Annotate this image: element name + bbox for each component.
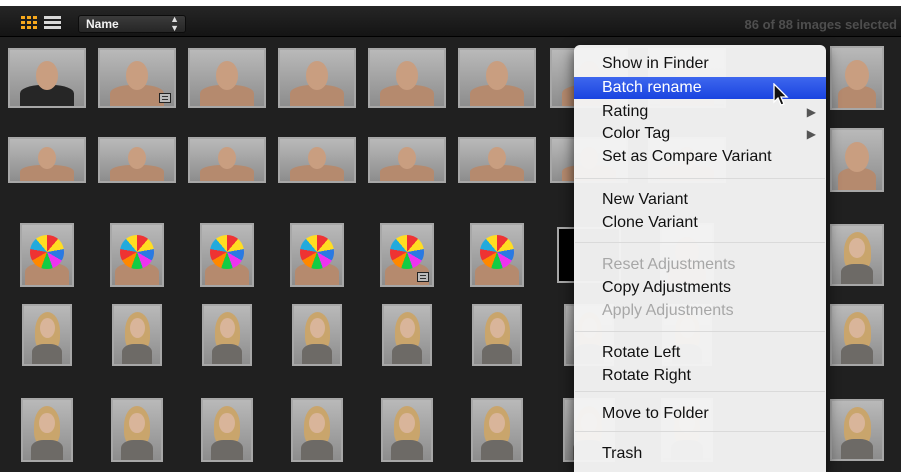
image-thumbnail[interactable] bbox=[202, 304, 252, 366]
image-thumbnail[interactable] bbox=[458, 48, 536, 108]
menu-separator bbox=[575, 331, 825, 332]
image-thumbnail[interactable] bbox=[380, 223, 434, 287]
submenu-arrow-icon: ▶ bbox=[806, 127, 816, 141]
list-view-icon[interactable] bbox=[44, 16, 61, 30]
image-thumbnail[interactable] bbox=[98, 48, 176, 108]
menu-item-label: Copy Adjustments bbox=[602, 279, 731, 296]
image-thumbnail[interactable] bbox=[112, 304, 162, 366]
image-thumbnail[interactable] bbox=[458, 137, 536, 183]
menu-item-trash[interactable]: Trash bbox=[574, 443, 826, 465]
image-thumbnail[interactable] bbox=[830, 128, 884, 192]
menu-item-copy-adjustments[interactable]: Copy Adjustments bbox=[574, 277, 826, 299]
menu-item-label: Reset Adjustments bbox=[602, 256, 736, 273]
menu-item-label: Trash bbox=[602, 445, 643, 462]
menu-item-set-as-compare-variant[interactable]: Set as Compare Variant bbox=[574, 146, 826, 168]
image-thumbnail[interactable] bbox=[98, 137, 176, 183]
image-thumbnail[interactable] bbox=[8, 137, 86, 183]
menu-item-label: Set as Compare Variant bbox=[602, 148, 772, 165]
image-thumbnail[interactable] bbox=[278, 137, 356, 183]
menu-item-label: Color Tag bbox=[602, 125, 671, 142]
image-thumbnail[interactable] bbox=[188, 48, 266, 108]
menu-item-reset-adjustments: Reset Adjustments bbox=[574, 254, 826, 276]
menu-item-move-to-folder[interactable]: Move to Folder bbox=[574, 403, 826, 425]
select-arrows-icon: ▲ ▼ bbox=[170, 14, 179, 33]
menu-item-label: Rotate Right bbox=[602, 367, 691, 384]
menu-item-label: Apply Adjustments bbox=[602, 302, 734, 319]
menu-separator bbox=[575, 431, 825, 432]
adjustments-badge-icon bbox=[417, 272, 429, 282]
image-thumbnail[interactable] bbox=[278, 48, 356, 108]
menu-item-show-in-finder[interactable]: Show in Finder bbox=[574, 53, 826, 75]
image-thumbnail[interactable] bbox=[830, 304, 884, 366]
menu-item-label: New Variant bbox=[602, 191, 688, 208]
sort-by-select[interactable]: Name ▲ ▼ bbox=[78, 15, 186, 33]
menu-item-new-variant[interactable]: New Variant bbox=[574, 189, 826, 211]
menu-item-label: Show in Finder bbox=[602, 55, 709, 72]
menu-item-label: Rotate Left bbox=[602, 344, 681, 361]
image-thumbnail[interactable] bbox=[200, 223, 254, 287]
image-thumbnail[interactable] bbox=[292, 304, 342, 366]
menu-item-color-tag[interactable]: Color Tag ▶ bbox=[574, 123, 826, 145]
mouse-cursor-icon bbox=[773, 83, 789, 106]
image-thumbnail[interactable] bbox=[8, 48, 86, 108]
image-thumbnail[interactable] bbox=[111, 398, 163, 462]
menu-item-label: Clone Variant bbox=[602, 214, 698, 231]
image-thumbnail[interactable] bbox=[368, 137, 446, 183]
image-thumbnail[interactable] bbox=[110, 223, 164, 287]
image-thumbnail[interactable] bbox=[382, 304, 432, 366]
image-thumbnail[interactable] bbox=[290, 223, 344, 287]
image-thumbnail[interactable] bbox=[381, 398, 433, 462]
selection-status: 86 of 88 images selected bbox=[744, 17, 897, 32]
image-thumbnail[interactable] bbox=[471, 398, 523, 462]
menu-item-label: Move to Folder bbox=[602, 405, 709, 422]
image-thumbnail[interactable] bbox=[188, 137, 266, 183]
image-thumbnail[interactable] bbox=[291, 398, 343, 462]
menu-separator bbox=[575, 242, 825, 243]
menu-item-rotate-right[interactable]: Rotate Right bbox=[574, 365, 826, 387]
menu-separator bbox=[575, 178, 825, 179]
menu-item-label: Batch rename bbox=[602, 79, 702, 96]
menu-item-apply-adjustments: Apply Adjustments bbox=[574, 300, 826, 322]
image-thumbnail[interactable] bbox=[22, 304, 72, 366]
menu-item-clone-variant[interactable]: Clone Variant bbox=[574, 212, 826, 234]
submenu-arrow-icon: ▶ bbox=[806, 105, 816, 119]
image-thumbnail[interactable] bbox=[21, 398, 73, 462]
image-thumbnail[interactable] bbox=[20, 223, 74, 287]
menu-separator bbox=[575, 391, 825, 392]
browser-toolbar: Name ▲ ▼ 86 of 88 images selected bbox=[0, 6, 901, 37]
menu-item-rotate-left[interactable]: Rotate Left bbox=[574, 342, 826, 364]
image-thumbnail[interactable] bbox=[830, 399, 884, 461]
menu-item-label: Rating bbox=[602, 103, 649, 120]
adjustments-badge-icon bbox=[159, 93, 171, 103]
image-thumbnail[interactable] bbox=[201, 398, 253, 462]
grid-view-icon[interactable] bbox=[21, 16, 39, 30]
context-menu: Show in Finder Batch rename Rating ▶ Color T… bbox=[574, 45, 826, 472]
image-thumbnail[interactable] bbox=[830, 224, 884, 286]
image-thumbnail[interactable] bbox=[472, 304, 522, 366]
image-thumbnail[interactable] bbox=[470, 223, 524, 287]
sort-by-label: Name bbox=[86, 17, 119, 31]
image-thumbnail[interactable] bbox=[368, 48, 446, 108]
image-thumbnail[interactable] bbox=[830, 46, 884, 110]
